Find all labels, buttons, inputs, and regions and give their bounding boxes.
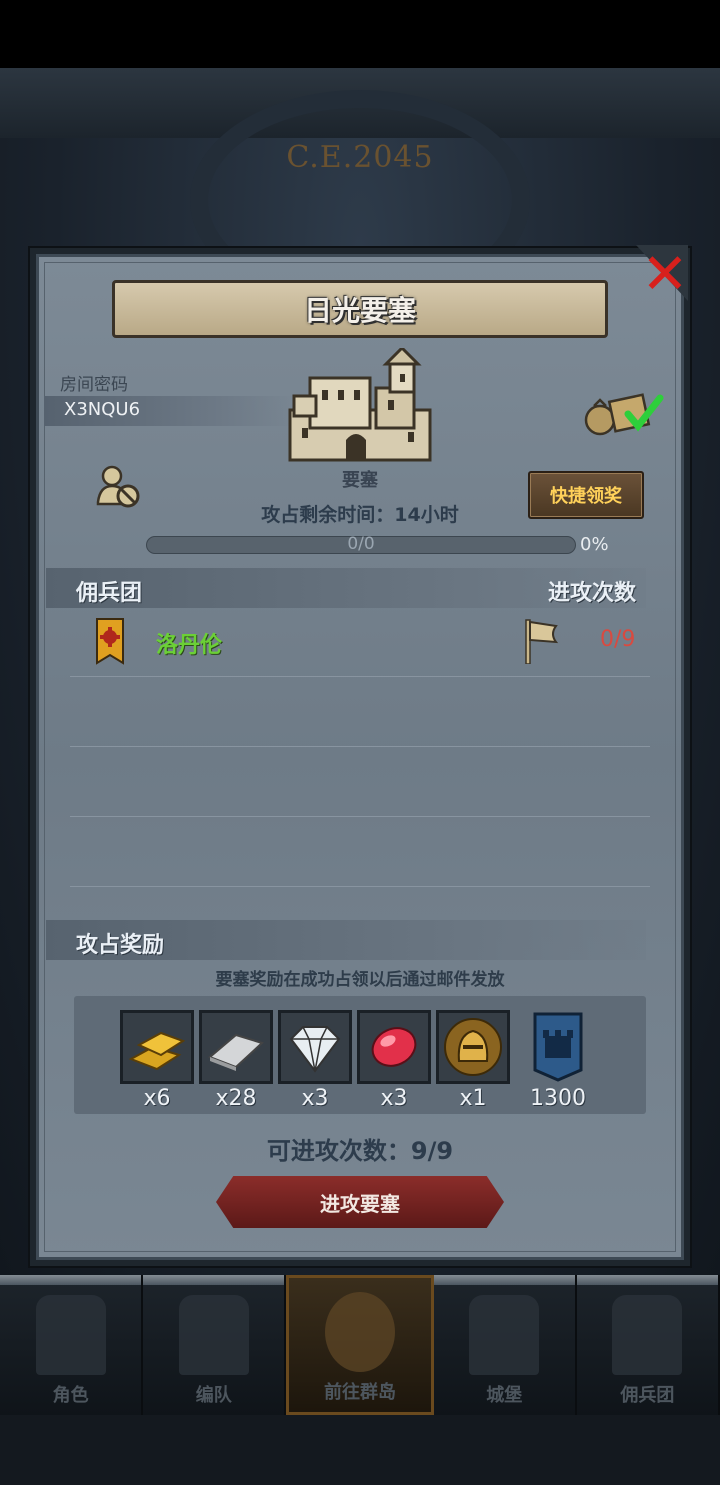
nav-label: 前往群岛 [324,1382,396,1403]
nav-label: 城堡 [486,1385,523,1406]
progress-text: 0/0 [347,534,375,554]
nav-item-mercenary[interactable]: 佣兵团 [577,1275,720,1415]
knight-helmet-coin-icon[interactable] [436,1010,510,1084]
reward-count: x28 [215,1086,257,1111]
reward-note: 要塞奖励在成功占领以后通过邮件发放 [215,970,505,990]
reward-bag-check-icon[interactable] [584,388,664,436]
no-user-icon[interactable] [96,464,142,508]
nav-label: 角色 [52,1385,89,1406]
attacks-left: 可进攻次数：9/9 [266,1137,454,1165]
guild-banner-icon [96,618,124,665]
mercenary-attack-count: 0/9 [600,627,636,652]
attack-flag-icon [525,619,559,664]
helmet-icon [178,1295,249,1375]
attack-fortress-button[interactable]: 进攻要塞 [216,1176,504,1228]
reward-count: x3 [380,1086,408,1111]
ruby-icon[interactable] [357,1010,431,1084]
fortress-label: 要塞 [342,470,378,491]
row-divider [70,886,650,887]
system-nav-area [0,1415,720,1485]
nav-item-islands[interactable]: 前往群岛 [286,1275,434,1415]
fortress-badge-icon[interactable] [521,1010,595,1084]
castle-icon [469,1295,540,1375]
nav-label: 佣兵团 [620,1385,675,1406]
reward-count: x6 [143,1086,171,1111]
silver-bar-icon[interactable] [199,1010,273,1084]
nav-item-formation[interactable]: 编队 [143,1275,287,1415]
attack-count-section-title: 进攻次数 [548,581,637,606]
row-divider [70,816,650,817]
close-icon[interactable]: ✕ [640,247,690,303]
title-banner: 日光要塞 [112,280,608,338]
nav-item-castle[interactable]: 城堡 [434,1275,577,1415]
mercenary-name[interactable]: 洛丹伦 [156,627,222,659]
quick-claim-button[interactable]: 快捷领奖 [528,471,644,519]
status-bar [0,0,720,68]
knight-icon [35,1295,106,1375]
diamond-icon[interactable] [278,1010,352,1084]
progress-percent: 0% [580,534,609,555]
nav-label: 编队 [195,1385,232,1406]
reward-count: x1 [459,1086,487,1111]
row-divider [70,676,650,677]
gold-bar-icon[interactable] [120,1010,194,1084]
reward-section-title: 攻占奖励 [76,933,165,958]
nav-item-character[interactable]: 角色 [0,1275,144,1415]
compass-icon [325,1292,395,1372]
attack-button-label: 进攻要塞 [320,1191,400,1216]
bottom-nav: 角色 编队 前往群岛 城堡 佣兵团 [0,1275,720,1415]
reward-count: 1300 [530,1086,586,1111]
era-text: C.E.2045 [286,140,434,175]
room-code-label: 房间密码 [60,375,128,395]
occupy-time-remaining: 攻占剩余时间：14小时 [261,504,459,526]
reward-count: x3 [301,1086,329,1111]
banner-icon [612,1295,683,1375]
dialog-title: 日光要塞 [303,294,416,327]
fortress-icon [288,348,432,462]
room-code: X3NQU6 [64,399,141,420]
mercenary-section-title: 佣兵团 [76,581,143,606]
row-divider [70,746,650,747]
